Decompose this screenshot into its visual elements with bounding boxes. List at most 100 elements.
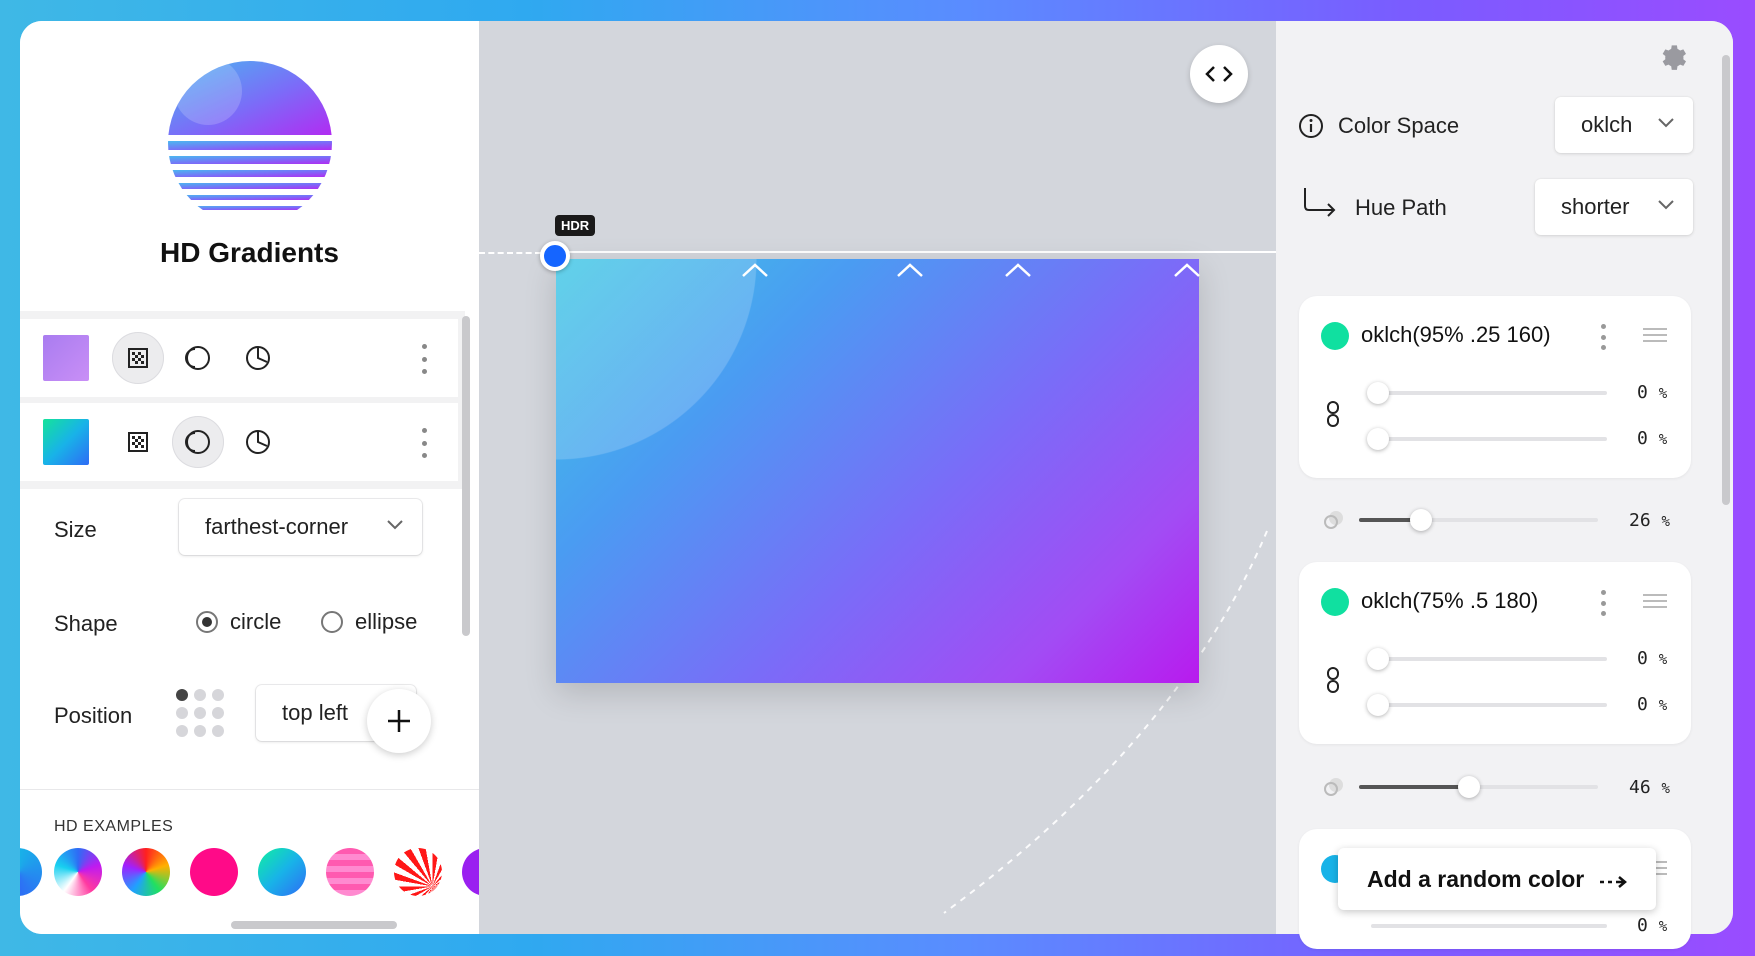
link-icon[interactable] (1325, 400, 1341, 428)
position-grid[interactable] (176, 689, 224, 737)
stop-handle-icon[interactable] (896, 262, 924, 278)
percent-readout: 0 % (1637, 428, 1668, 449)
shape-ellipse-radio[interactable]: ellipse (321, 609, 417, 635)
example-swatch[interactable] (122, 848, 170, 896)
layer-row[interactable] (20, 319, 458, 397)
chevron-down-icon (1658, 118, 1674, 128)
app-title: HD Gradients (160, 237, 339, 268)
chevron-down-icon (387, 520, 403, 530)
hue-path-icon (1304, 188, 1336, 217)
drag-handle-icon[interactable] (1643, 594, 1667, 608)
layer-type-linear-button[interactable] (112, 416, 164, 468)
layer-menu-icon[interactable] (420, 344, 428, 374)
stop-menu-icon[interactable] (1601, 590, 1607, 616)
view-code-button[interactable] (1190, 45, 1248, 103)
hint-icon (1324, 511, 1343, 529)
left-scrollbar[interactable] (462, 316, 470, 636)
example-swatch[interactable] (394, 848, 442, 896)
shape-circle-label: circle (230, 609, 282, 634)
add-layer-button[interactable] (367, 689, 431, 753)
percent-readout: 26 % (1629, 510, 1670, 531)
shape-circle-radio[interactable]: circle (196, 609, 281, 635)
gradient-preview[interactable] (556, 259, 1199, 683)
size-value: farthest-corner (205, 514, 349, 539)
percent-readout: 0 % (1637, 694, 1668, 715)
stop-handle-icon[interactable] (1004, 262, 1032, 278)
example-swatch[interactable] (20, 848, 42, 896)
example-swatch[interactable] (190, 848, 238, 896)
hint-fill (1359, 785, 1469, 789)
hue-path-label: Hue Path (1355, 195, 1447, 220)
stop-position-a-slider[interactable] (1367, 648, 1607, 670)
color-stop-value[interactable]: oklch(95% .25 160) (1361, 322, 1551, 348)
size-select[interactable]: farthest-corner (179, 499, 422, 555)
gradient-line[interactable] (550, 251, 1276, 253)
slider-knob[interactable] (1410, 509, 1432, 531)
guide-dashed-line (479, 252, 541, 254)
examples-title: HD EXAMPLES (54, 818, 174, 835)
info-icon[interactable] (1298, 113, 1324, 139)
link-icon[interactable] (1325, 666, 1341, 694)
shape-ellipse-label: ellipse (355, 609, 418, 634)
layer-thumbnail[interactable] (43, 335, 89, 381)
gear-icon[interactable] (1656, 40, 1688, 72)
layer-type-conic-button[interactable] (232, 332, 284, 384)
stop-position-b-slider[interactable] (1367, 694, 1607, 716)
stop-position-slider[interactable] (1371, 924, 1607, 928)
slider-knob[interactable] (1458, 776, 1480, 798)
position-label: Position (54, 703, 133, 728)
hue-path-select[interactable]: shorter (1535, 179, 1693, 235)
layer-type-linear-button[interactable] (112, 332, 164, 384)
slider-knob[interactable] (1367, 382, 1389, 404)
slider-knob[interactable] (1367, 694, 1389, 716)
linear-gradient-icon (128, 348, 148, 368)
add-random-color-button[interactable]: Add a random color (1338, 848, 1656, 910)
example-swatch[interactable] (54, 848, 102, 896)
layer-type-radial-button[interactable] (172, 332, 224, 384)
layer-type-radial-button[interactable] (172, 416, 224, 468)
stop-position-b-slider[interactable] (1367, 428, 1607, 450)
example-swatch[interactable] (326, 848, 374, 896)
layer-menu-icon[interactable] (420, 428, 428, 458)
hint-slider[interactable] (1359, 509, 1598, 531)
stop-handle-icon[interactable] (741, 262, 769, 278)
radial-gradient-icon (185, 346, 210, 370)
hint-icon (1324, 778, 1343, 796)
layer-thumbnail[interactable] (43, 419, 89, 465)
size-label: Size (54, 517, 97, 542)
example-swatch[interactable] (258, 848, 306, 896)
color-swatch[interactable] (1321, 588, 1349, 616)
radio-unchecked-icon (321, 611, 343, 633)
conic-gradient-icon (246, 346, 270, 370)
right-scrollbar[interactable] (1722, 55, 1730, 505)
hint-slider[interactable] (1359, 776, 1598, 798)
color-stop-value[interactable]: oklch(75% .5 180) (1361, 588, 1538, 614)
gradient-start-handle[interactable] (540, 241, 570, 271)
slider-knob[interactable] (1367, 428, 1389, 450)
examples-divider (20, 789, 479, 790)
slider-knob[interactable] (1367, 648, 1389, 670)
drag-handle-icon[interactable] (1643, 328, 1667, 342)
layer-type-conic-button[interactable] (232, 416, 284, 468)
left-panel: HD Gradients Size farthest-corner Shape … (20, 21, 479, 934)
color-space-select[interactable]: oklch (1555, 97, 1693, 153)
percent-readout: 0 % (1637, 915, 1668, 936)
layer-row[interactable] (20, 403, 458, 481)
example-swatch[interactable] (462, 848, 479, 896)
linear-gradient-icon (128, 432, 148, 452)
color-swatch[interactable] (1321, 322, 1349, 350)
radio-checked-icon (196, 611, 218, 633)
color-stop-card: oklch(95% .25 160) 0 % 0 % (1299, 296, 1691, 478)
stop-position-a-slider[interactable] (1367, 382, 1607, 404)
hdr-badge: HDR (555, 215, 596, 236)
examples-scrollbar[interactable] (231, 921, 397, 929)
hue-path-value: shorter (1561, 194, 1630, 219)
code-icon (1205, 66, 1233, 82)
percent-readout: 0 % (1637, 648, 1668, 669)
plus-icon (388, 710, 410, 732)
shuffle-arrow-icon (1600, 876, 1627, 888)
stop-handle-icon[interactable] (1173, 262, 1201, 278)
color-stop-card: oklch(75% .5 180) 0 % 0 % (1299, 562, 1691, 744)
position-value: top left (282, 700, 349, 725)
stop-menu-icon[interactable] (1601, 324, 1607, 350)
